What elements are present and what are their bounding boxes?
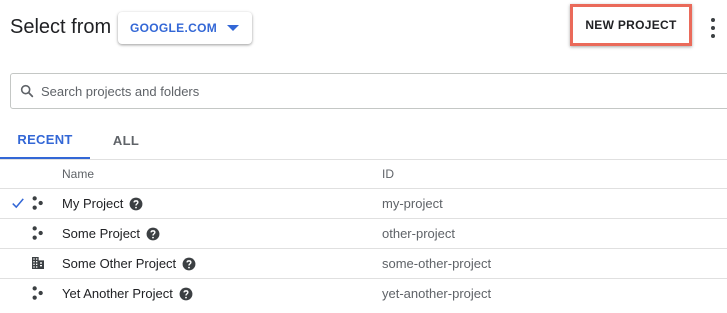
project-name-cell: Yet Another Project — [62, 279, 193, 308]
project-id: some-other-project — [382, 256, 492, 271]
organization-building-icon — [32, 257, 44, 269]
project-name: My Project — [62, 196, 124, 211]
new-project-highlight-box: NEW PROJECT — [570, 4, 692, 46]
projects-table: Name ID My Project my-project Some Proje… — [0, 159, 727, 308]
page-title: Select from — [10, 16, 112, 38]
table-row[interactable]: Some Other Project some-other-project — [0, 248, 727, 278]
checkmark-icon — [12, 198, 24, 209]
search-icon — [20, 84, 34, 98]
project-name-cell: Some Other Project — [62, 249, 196, 278]
more-vert-icon[interactable] — [708, 18, 718, 38]
table-header-row: Name ID — [0, 159, 727, 188]
project-icon — [32, 196, 43, 210]
search-box[interactable] — [10, 73, 727, 109]
project-name: Some Other Project — [62, 256, 177, 271]
organization-label: GOOGLE.COM — [130, 21, 217, 35]
project-id: my-project — [382, 196, 443, 211]
tab-recent[interactable]: RECENT — [0, 122, 90, 159]
project-icon — [32, 226, 43, 240]
organization-dropdown[interactable]: GOOGLE.COM — [118, 12, 252, 44]
help-icon[interactable] — [182, 257, 196, 271]
column-header-id: ID — [382, 167, 394, 181]
caret-down-icon — [227, 25, 239, 31]
table-row[interactable]: Some Project other-project — [0, 218, 727, 248]
help-icon[interactable] — [146, 227, 160, 241]
search-input[interactable] — [41, 83, 641, 99]
project-name-cell: My Project — [62, 189, 143, 218]
tab-bar: RECENT ALL — [0, 122, 727, 159]
help-icon[interactable] — [129, 197, 143, 211]
table-row[interactable]: My Project my-project — [0, 188, 727, 218]
column-header-name: Name — [62, 167, 95, 181]
project-name: Yet Another Project — [62, 286, 173, 301]
new-project-button[interactable]: NEW PROJECT — [585, 18, 677, 32]
table-row[interactable]: Yet Another Project yet-another-project — [0, 278, 727, 308]
project-icon — [32, 286, 43, 300]
tab-all[interactable]: ALL — [92, 122, 160, 159]
project-name: Some Project — [62, 226, 141, 241]
help-icon[interactable] — [179, 287, 193, 301]
project-name-cell: Some Project — [62, 219, 160, 248]
project-id: yet-another-project — [382, 286, 492, 301]
project-id: other-project — [382, 226, 455, 241]
